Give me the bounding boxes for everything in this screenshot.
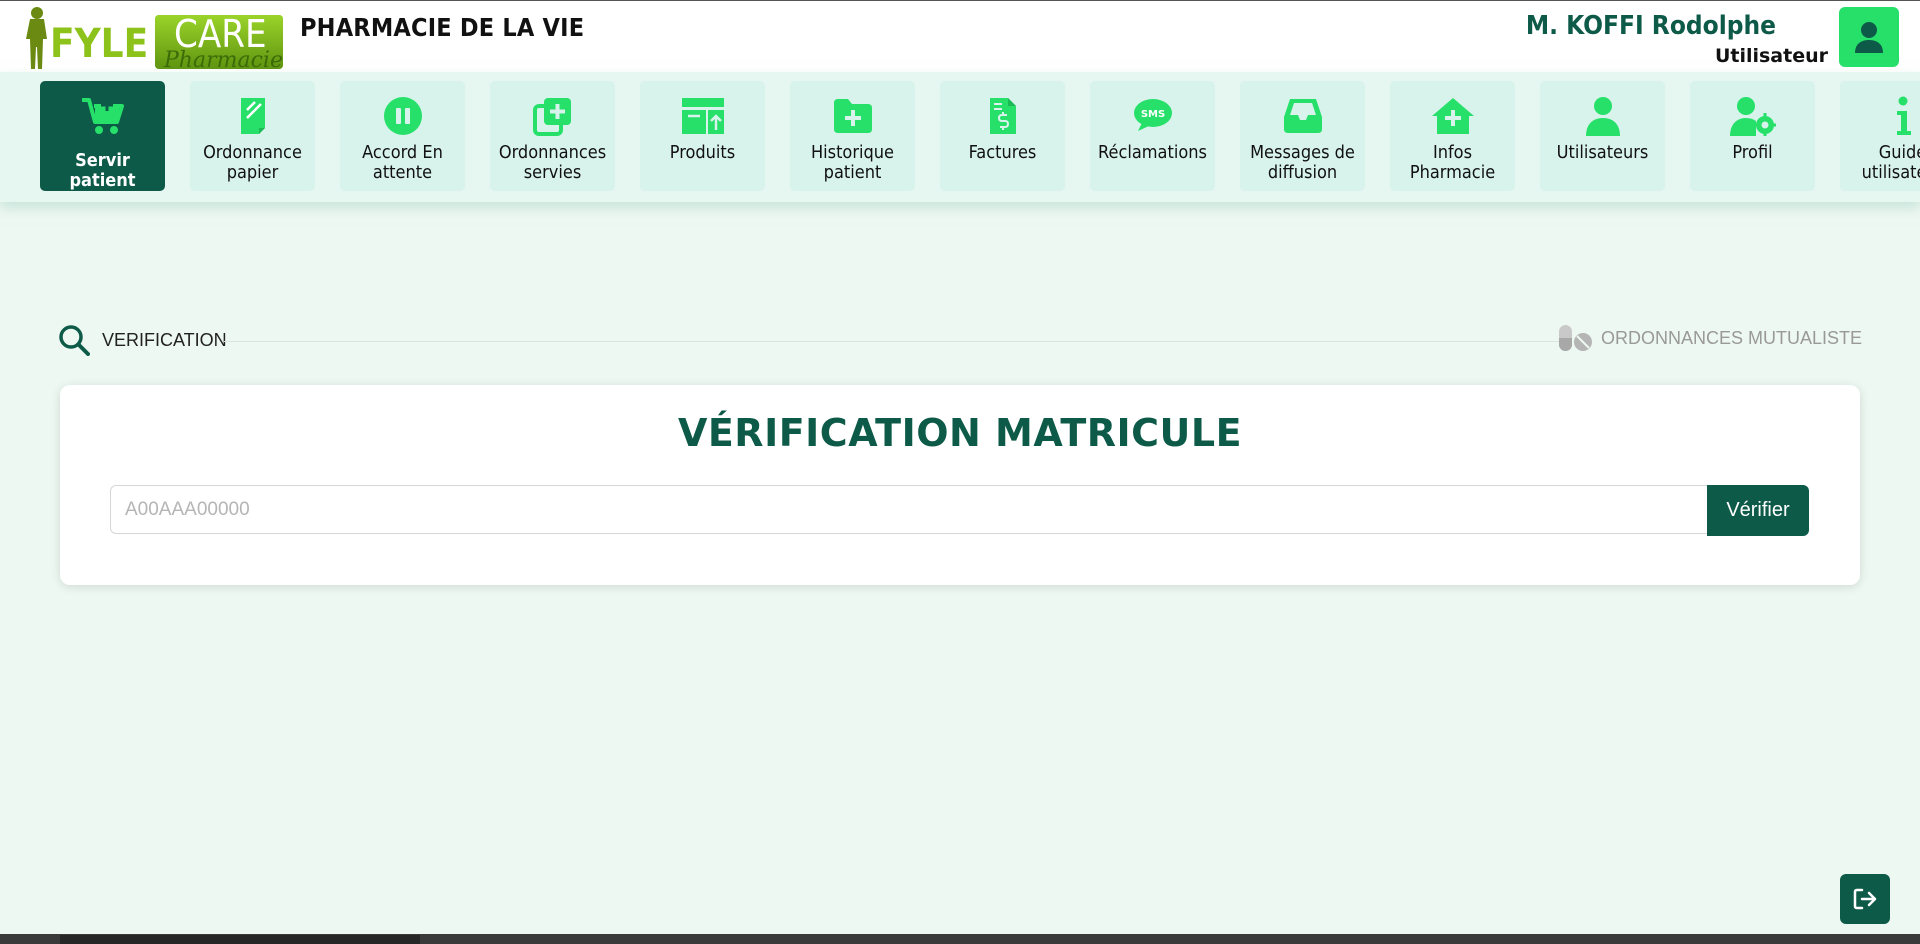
- section-header: VERIFICATION ORDONNANCES MUTUALISTE: [58, 324, 1862, 358]
- logo-sub-pharmacie: Pharmacie: [163, 48, 283, 71]
- logout-icon: [1853, 888, 1877, 910]
- os-taskbar: [0, 934, 1920, 944]
- nav-label: Servir patient: [69, 150, 136, 191]
- svg-text:SMS: SMS: [1140, 109, 1164, 120]
- verification-title: VÉRIFICATION MATRICULE: [677, 411, 1243, 455]
- nav-servir-patient[interactable]: Servir patient: [40, 81, 165, 191]
- nav-label: Utilisateurs: [1556, 142, 1649, 163]
- nav-label: Produits: [669, 142, 736, 163]
- nav-historique-patient[interactable]: Historique patient: [790, 81, 915, 191]
- nav-label: Accord En attente: [362, 142, 443, 183]
- nav-label: Historique patient: [810, 142, 895, 183]
- nav-reclamations[interactable]: SMS Réclamations: [1090, 81, 1215, 191]
- info-icon: [1879, 95, 1920, 137]
- user-avatar-button[interactable]: [1839, 7, 1899, 67]
- folder-plus-icon: [829, 95, 877, 137]
- nav-label: Infos Pharmacie: [1409, 142, 1496, 183]
- matricule-input[interactable]: [110, 485, 1710, 534]
- paper-prescription-icon: [229, 95, 277, 137]
- section-divider: [224, 341, 1562, 342]
- pills-icon: [1558, 325, 1592, 351]
- nav-label: Ordonnances servies: [498, 142, 607, 183]
- nav-label: Profil: [1732, 142, 1773, 163]
- nav-label: Réclamations: [1098, 142, 1207, 163]
- nav-ordonnances-servies[interactable]: Ordonnances servies: [490, 81, 615, 191]
- section-ordonnances-mutualiste[interactable]: ORDONNANCES MUTUALISTE: [1557, 324, 1862, 352]
- section-verification[interactable]: VERIFICATION: [58, 324, 227, 356]
- nav-utilisateurs[interactable]: Utilisateurs: [1540, 81, 1665, 191]
- nav-profil[interactable]: Profil: [1690, 81, 1815, 191]
- cart-plus-icon: [79, 95, 127, 137]
- nav-label: Factures: [968, 142, 1037, 163]
- user-icon: [1579, 95, 1627, 137]
- verification-card: VÉRIFICATION MATRICULE Vérifier: [60, 385, 1860, 585]
- invoice-icon: [979, 95, 1027, 137]
- logout-button[interactable]: [1840, 874, 1890, 924]
- taskbar-app[interactable]: [60, 935, 420, 944]
- nav-accord-en-attente[interactable]: Accord En attente: [340, 81, 465, 191]
- user-name: M. KOFFI Rodolphe: [1525, 11, 1776, 41]
- nav-label: Guide utilisateur: [1861, 142, 1920, 183]
- verify-button[interactable]: Vérifier: [1707, 485, 1809, 536]
- logo-word-fyle: FYLE: [50, 21, 148, 67]
- nav-produits[interactable]: Produits: [640, 81, 765, 191]
- nav-factures[interactable]: Factures: [940, 81, 1065, 191]
- nav-label: Ordonnance papier: [203, 142, 302, 183]
- fylecare-logo[interactable]: FYLE CARE Pharmacie: [22, 5, 284, 73]
- boxes-icon: [679, 95, 727, 137]
- nav-infos-pharmacie[interactable]: Infos Pharmacie: [1390, 81, 1515, 191]
- pause-icon: [379, 95, 427, 137]
- inbox-icon: [1279, 95, 1327, 137]
- user-role: Utilisateur: [1714, 45, 1828, 67]
- nav-messages-diffusion[interactable]: Messages de diffusion: [1240, 81, 1365, 191]
- search-icon: [59, 325, 90, 356]
- app-header: FYLE CARE Pharmacie PHARMACIE DE LA VIE …: [0, 0, 1920, 73]
- section-verification-label: VERIFICATION: [102, 329, 227, 350]
- house-medical-icon: [1429, 95, 1477, 137]
- user-gear-icon: [1729, 95, 1777, 137]
- user-icon: [1855, 22, 1883, 53]
- copy-plus-icon: [529, 95, 577, 137]
- section-mutualiste-label: ORDONNANCES MUTUALISTE: [1600, 327, 1862, 348]
- nav-guide-utilisateur[interactable]: Guide utilisateur: [1840, 81, 1920, 191]
- sms-bubble-icon: SMS: [1129, 95, 1177, 137]
- nav-ordonnance-papier[interactable]: Ordonnance papier: [190, 81, 315, 191]
- main-nav: Servir patient Ordonnance papier Accord …: [0, 72, 1920, 202]
- nav-label: Messages de diffusion: [1250, 142, 1355, 183]
- pharmacy-name: PHARMACIE DE LA VIE: [300, 13, 585, 42]
